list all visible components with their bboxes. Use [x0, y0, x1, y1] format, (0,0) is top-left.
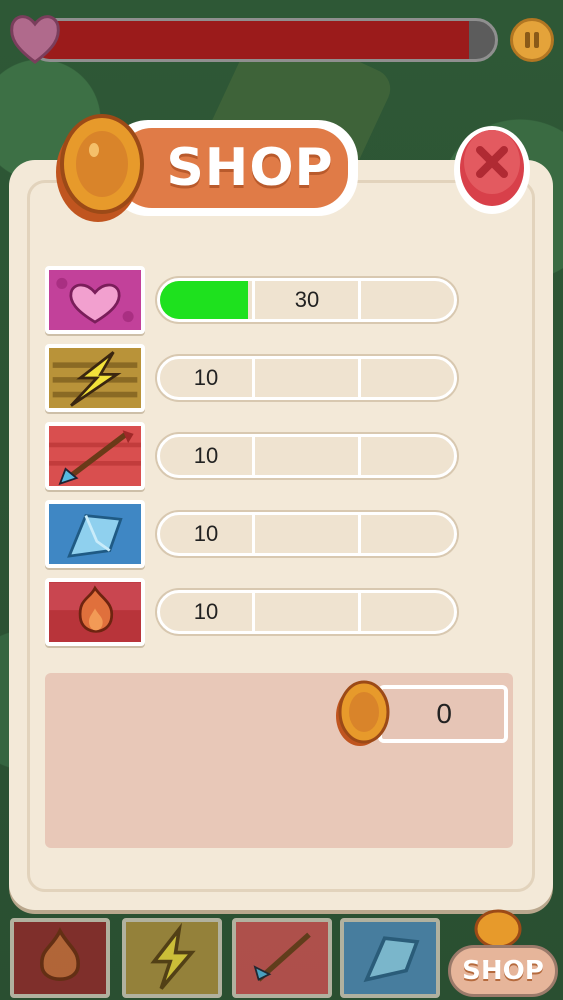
shop-item-buy-button[interactable] [45, 422, 145, 490]
upgrade-cost-label: 30 [294, 287, 320, 312]
arrow-icon [49, 430, 141, 486]
health-bar-fill [31, 21, 470, 59]
ice-icon [363, 936, 420, 983]
close-button[interactable] [452, 114, 532, 216]
segment-divider [358, 437, 361, 475]
coin-icon [56, 114, 144, 222]
pause-icon [525, 32, 530, 48]
tool-lightning[interactable] [122, 918, 222, 998]
heart-icon [10, 15, 60, 64]
shop-button[interactable]: SHOP [448, 945, 558, 997]
shop-item-row: 10 [45, 578, 465, 650]
upgrade-cost-label: 10 [193, 365, 219, 390]
tool-ice[interactable] [340, 918, 440, 998]
shop-item-row: 10 [45, 500, 465, 572]
segment-divider [358, 593, 361, 631]
shop-item-row: 10 [45, 422, 465, 494]
upgrade-progress-bar: 10 [157, 590, 457, 634]
shop-item-row: 30 [45, 266, 465, 338]
ice-icon [67, 514, 123, 558]
segment-divider [252, 281, 255, 319]
lightning-icon [52, 351, 138, 407]
lightning-icon [150, 922, 196, 990]
upgrade-cost-label: 10 [193, 443, 219, 468]
segment-divider [252, 359, 255, 397]
shop-title: SHOP [166, 138, 334, 198]
segment-divider [358, 515, 361, 553]
upgrade-progress-bar: 10 [157, 434, 457, 478]
upgrade-progress-bar: 30 [157, 278, 457, 322]
shop-item-row: 10 [45, 344, 465, 416]
health-bar [28, 18, 498, 62]
shop-item-buy-button[interactable] [45, 266, 145, 334]
tool-arrow[interactable] [232, 918, 332, 998]
tool-fire[interactable] [10, 918, 110, 998]
shop-item-buy-button[interactable] [45, 578, 145, 646]
arrow-icon [253, 932, 311, 982]
segment-divider [358, 359, 361, 397]
pause-button[interactable] [510, 18, 554, 62]
upgrade-cost-label: 10 [193, 521, 219, 546]
upgrade-progress-bar: 10 [157, 512, 457, 556]
fire-icon [49, 582, 141, 633]
upgrade-progress-bar: 10 [157, 356, 457, 400]
coin-icon [336, 680, 390, 746]
segment-divider [252, 515, 255, 553]
coin-icon [474, 909, 522, 945]
shop-item-buy-button[interactable] [45, 344, 145, 412]
segment-divider [252, 437, 255, 475]
segment-divider [358, 281, 361, 319]
shop-item-buy-button[interactable] [45, 500, 145, 568]
segment-divider [252, 593, 255, 631]
heart-icon [56, 277, 134, 324]
fire-icon [40, 927, 80, 981]
upgrade-cost-label: 10 [193, 599, 219, 624]
coin-counter: 0 [378, 685, 508, 743]
upgrade-progress-fill [160, 281, 249, 319]
